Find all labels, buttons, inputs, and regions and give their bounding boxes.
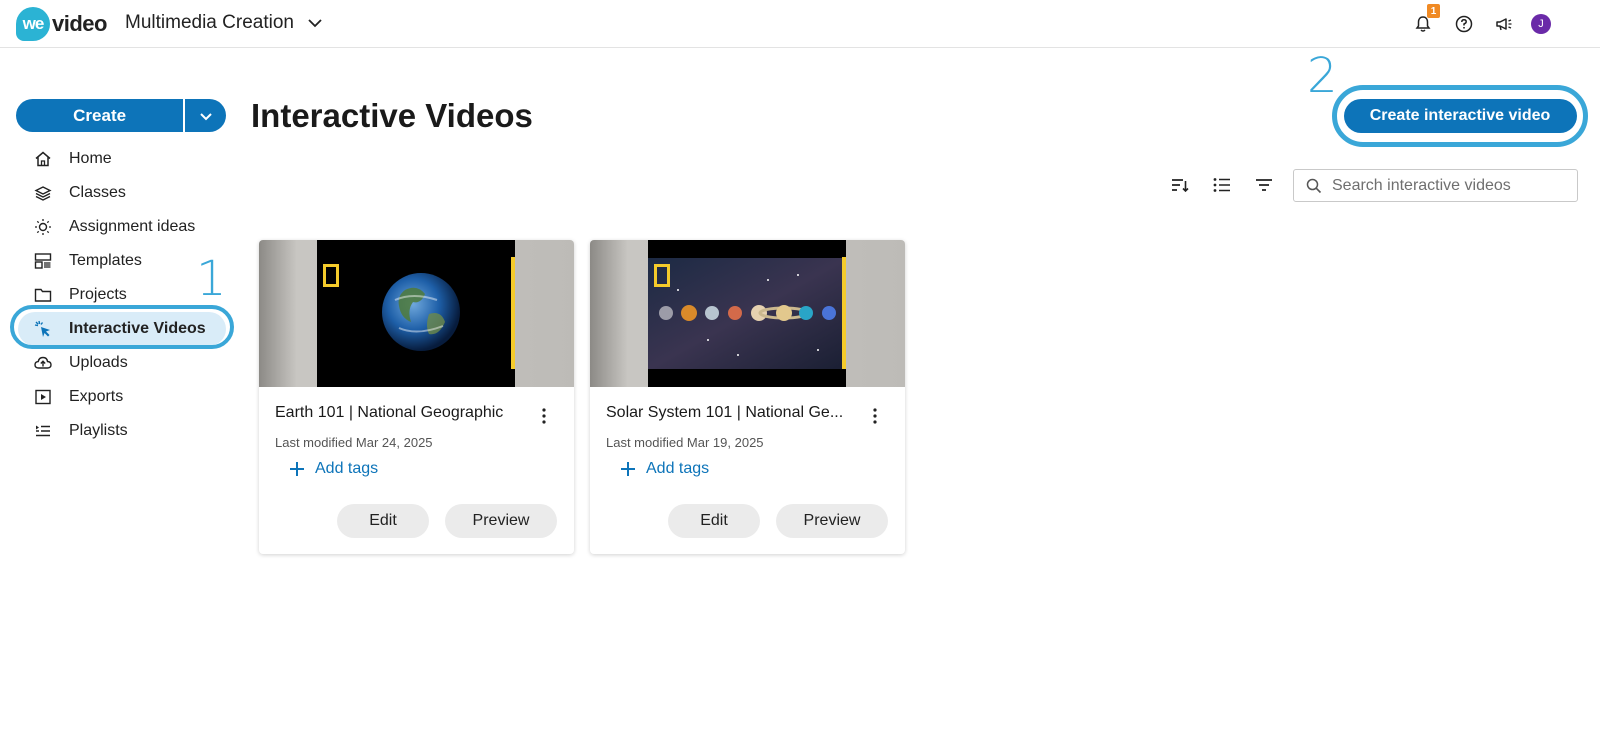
sidebar-item-label: Exports bbox=[69, 388, 124, 405]
natgeo-bar bbox=[842, 257, 846, 369]
edit-button[interactable]: Edit bbox=[668, 504, 760, 538]
megaphone-icon bbox=[1496, 18, 1512, 31]
step-2-highlight: Create interactive video bbox=[1332, 85, 1588, 147]
sidebar-item-assignment-ideas[interactable]: Assignment ideas bbox=[16, 210, 232, 244]
sidebar-item-label: Assignment ideas bbox=[69, 218, 196, 235]
wevideo-logo[interactable]: we video bbox=[16, 7, 107, 41]
last-modified-date: Last modified Mar 19, 2025 bbox=[606, 435, 764, 450]
add-tags-label: Add tags bbox=[646, 460, 710, 477]
last-modified-date: Last modified Mar 24, 2025 bbox=[275, 435, 433, 450]
filter-button[interactable] bbox=[1252, 173, 1276, 197]
avatar: J bbox=[1531, 14, 1551, 34]
sidebar-item-label: Playlists bbox=[69, 422, 128, 439]
more-options-button[interactable] bbox=[536, 407, 552, 425]
search-input[interactable] bbox=[1332, 176, 1562, 195]
sidebar-item-uploads[interactable]: Uploads bbox=[16, 346, 232, 380]
solar-system-image bbox=[648, 258, 846, 369]
sidebar-item-label: Classes bbox=[69, 184, 126, 201]
help-button[interactable] bbox=[1454, 14, 1474, 34]
sidebar-item-label: Uploads bbox=[69, 354, 128, 371]
card-title[interactable]: Earth 101 | National Geographic bbox=[275, 404, 530, 422]
sidebar-item-label: Interactive Videos bbox=[69, 320, 206, 337]
video-card[interactable]: Earth 101 | National Geographic Last mod… bbox=[259, 240, 574, 554]
video-thumbnail[interactable] bbox=[590, 240, 905, 387]
export-icon bbox=[34, 388, 52, 406]
natgeo-logo bbox=[654, 264, 670, 287]
sidebar-item-home[interactable]: Home bbox=[16, 142, 232, 176]
add-tags-label: Add tags bbox=[315, 460, 379, 477]
add-tags-button[interactable]: Add tags bbox=[620, 460, 709, 478]
earth-image bbox=[382, 273, 460, 351]
video-card[interactable]: Solar System 101 | National Ge... Last m… bbox=[590, 240, 905, 554]
sidebar-item-exports[interactable]: Exports bbox=[16, 380, 232, 414]
page-title: Interactive Videos bbox=[251, 97, 533, 134]
playlist-icon bbox=[34, 422, 52, 440]
natgeo-logo bbox=[323, 264, 339, 287]
preview-button[interactable]: Preview bbox=[445, 504, 557, 538]
list-view-button[interactable] bbox=[1210, 173, 1234, 197]
notification-badge: 1 bbox=[1427, 4, 1440, 18]
logo-wordmark: video bbox=[52, 11, 107, 36]
kebab-menu-icon bbox=[873, 408, 877, 424]
filter-icon bbox=[1256, 179, 1272, 191]
templates-icon bbox=[34, 252, 52, 270]
cursor-click-icon bbox=[34, 320, 52, 338]
sort-icon bbox=[1172, 179, 1189, 193]
plus-icon bbox=[290, 462, 304, 476]
add-tags-button[interactable]: Add tags bbox=[289, 460, 378, 478]
create-dropdown-button[interactable] bbox=[185, 99, 226, 132]
classes-icon bbox=[34, 184, 52, 202]
chevron-down-icon bbox=[308, 19, 322, 28]
step-2-number: 2 bbox=[1307, 48, 1338, 104]
cloud-upload-icon bbox=[34, 354, 52, 372]
sort-button[interactable] bbox=[1168, 173, 1192, 197]
sidebar-item-classes[interactable]: Classes bbox=[16, 176, 232, 210]
edit-button[interactable]: Edit bbox=[337, 504, 429, 538]
sidebar-item-playlists[interactable]: Playlists bbox=[16, 414, 232, 448]
video-thumbnail[interactable] bbox=[259, 240, 574, 387]
lightbulb-icon bbox=[34, 218, 52, 236]
list-view-icon bbox=[1213, 178, 1230, 192]
folder-icon bbox=[34, 286, 52, 304]
workspace-title: Multimedia Creation bbox=[125, 12, 294, 33]
search-icon bbox=[1306, 178, 1322, 194]
plus-icon bbox=[621, 462, 635, 476]
sidebar-item-label: Home bbox=[69, 150, 112, 167]
user-menu-button[interactable]: J bbox=[1531, 14, 1551, 34]
logo-mark: we bbox=[16, 7, 50, 41]
chevron-down-icon bbox=[199, 112, 212, 120]
natgeo-bar bbox=[511, 257, 515, 369]
search-box bbox=[1293, 169, 1578, 202]
create-button[interactable]: Create bbox=[16, 99, 184, 132]
help-icon bbox=[1455, 15, 1473, 33]
sidebar-item-interactive-videos[interactable]: Interactive Videos bbox=[18, 312, 226, 346]
create-button-group: Create bbox=[16, 99, 226, 132]
more-options-button[interactable] bbox=[867, 407, 883, 425]
step-1-number: 1 bbox=[196, 251, 227, 307]
card-title[interactable]: Solar System 101 | National Ge... bbox=[606, 404, 861, 422]
top-bar: we video Multimedia Creation 1 J bbox=[0, 0, 1600, 48]
sidebar-item-label: Projects bbox=[69, 286, 127, 303]
preview-button[interactable]: Preview bbox=[776, 504, 888, 538]
home-icon bbox=[34, 150, 52, 168]
workspace-switcher[interactable]: Multimedia Creation bbox=[125, 12, 324, 34]
create-interactive-video-button[interactable]: Create interactive video bbox=[1343, 99, 1577, 133]
announcements-button[interactable] bbox=[1494, 14, 1514, 34]
thumbnail-frame bbox=[648, 240, 846, 387]
sidebar-item-label: Templates bbox=[69, 252, 142, 269]
thumbnail-frame bbox=[317, 240, 515, 387]
notifications-button[interactable]: 1 bbox=[1413, 4, 1440, 34]
kebab-menu-icon bbox=[542, 408, 546, 424]
